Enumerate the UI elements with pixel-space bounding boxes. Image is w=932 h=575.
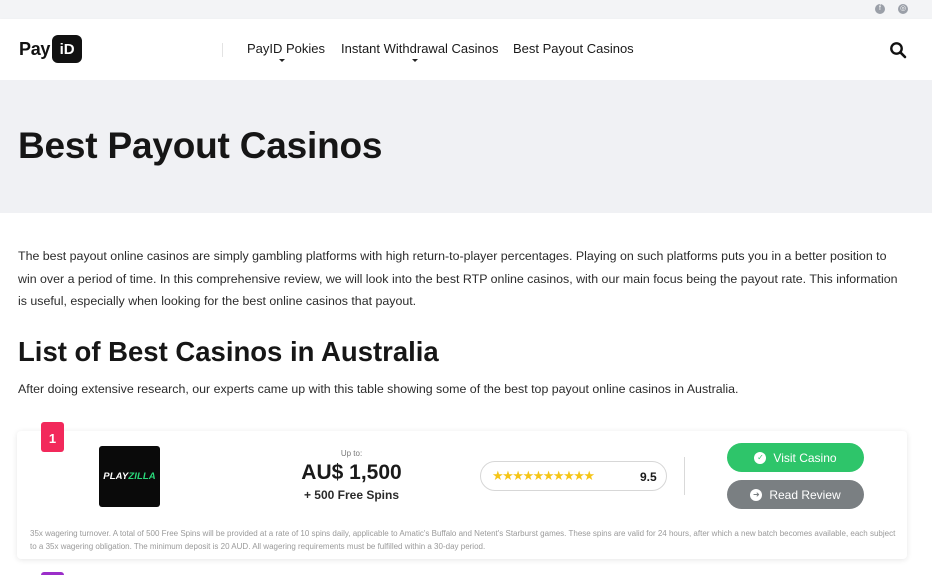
- arrow-right-circle-icon: ➜: [750, 488, 763, 501]
- page-title: Best Payout Casinos: [18, 125, 383, 166]
- nav-best-payout-casinos[interactable]: Best Payout Casinos: [513, 41, 634, 56]
- nav-payid-pokies[interactable]: PayID Pokies: [247, 41, 325, 56]
- chevron-down-icon: [412, 59, 418, 62]
- casino-logo-text-a: PLAY: [103, 471, 129, 482]
- rating-score: 9.5: [640, 470, 657, 484]
- rating-pill: ★★★★★★★★★★ 9.5: [480, 461, 667, 491]
- casino-logo-text-b: ZILLA: [128, 471, 156, 482]
- bonus-free-spins: + 500 Free Spins: [303, 488, 400, 502]
- chevron-down-icon: [279, 59, 285, 62]
- facebook-icon[interactable]: f: [875, 4, 885, 14]
- nav-instant-withdrawal-casinos[interactable]: Instant Withdrawal Casinos: [341, 41, 499, 56]
- nav-divider: [222, 43, 223, 57]
- logo-badge: iD: [52, 35, 83, 63]
- casino-logo[interactable]: PLAYZILLA: [99, 446, 160, 507]
- top-bar: f ◎: [0, 0, 932, 19]
- card-divider: [684, 457, 685, 495]
- logo-text: Pay: [19, 38, 51, 59]
- bonus-terms: 35x wagering turnover. A total of 500 Fr…: [30, 529, 896, 551]
- search-icon[interactable]: [889, 41, 907, 59]
- section-subtitle: After doing extensive research, our expe…: [18, 382, 739, 396]
- page-hero: Best Payout Casinos: [0, 80, 932, 213]
- section-title: List of Best Casinos in Australia: [18, 336, 439, 367]
- globe-icon[interactable]: ◎: [898, 4, 908, 14]
- bonus-amount: AU$ 1,500: [301, 461, 402, 484]
- site-header: Pay iD PayID Pokies Instant Withdrawal C…: [0, 19, 932, 80]
- read-review-button[interactable]: ➜ Read Review: [727, 480, 864, 509]
- read-review-label: Read Review: [769, 487, 841, 502]
- intro-paragraph: The best payout online casinos are simpl…: [18, 249, 898, 308]
- check-circle-icon: ✓: [754, 451, 767, 464]
- site-logo[interactable]: Pay iD: [19, 35, 83, 63]
- bonus-upto-label: Up to:: [340, 449, 363, 458]
- visit-casino-button[interactable]: ✓ Visit Casino: [727, 443, 864, 472]
- rank-badge: 1: [41, 422, 64, 452]
- visit-casino-label: Visit Casino: [773, 450, 837, 465]
- star-rating-icon: ★★★★★★★★★★: [492, 468, 595, 483]
